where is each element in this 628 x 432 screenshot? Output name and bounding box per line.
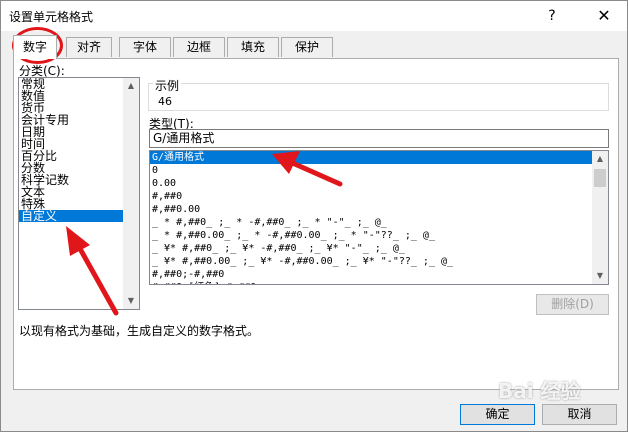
annotation-arrows: [66, 151, 343, 316]
watermark-text: Bai 经验: [498, 379, 581, 403]
annotation-arrow-type: [272, 151, 343, 187]
annotation-arrow-category: [66, 226, 119, 316]
tab-number[interactable]: 数字: [13, 35, 57, 59]
